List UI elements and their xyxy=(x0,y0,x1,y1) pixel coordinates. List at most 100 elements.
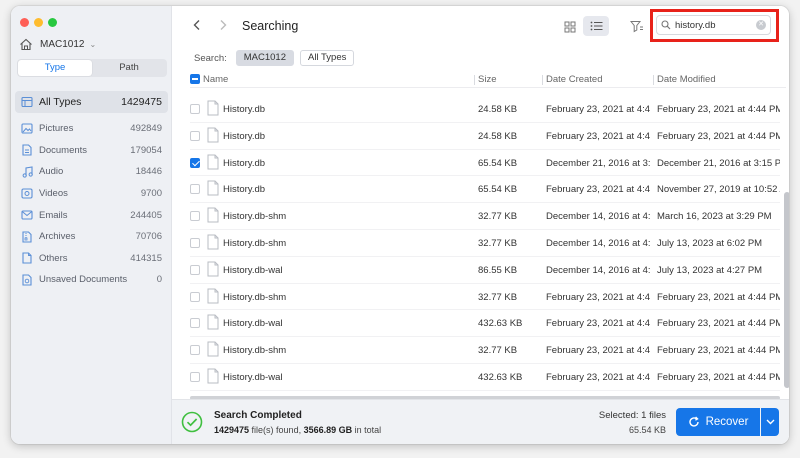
tab-type[interactable]: Type xyxy=(18,60,92,76)
file-name: History.db xyxy=(223,157,266,169)
file-name: History.db-shm xyxy=(223,238,287,249)
tab-path[interactable]: Path xyxy=(92,60,166,76)
row-checkbox[interactable] xyxy=(190,264,200,275)
file-size: 86.55 KB xyxy=(478,264,518,276)
scope-chip-drive[interactable]: MAC1012 xyxy=(235,50,294,66)
date-modified: November 27, 2019 at 10:52 AM xyxy=(657,184,780,196)
unsaved-document-icon xyxy=(21,274,33,286)
file-icon xyxy=(207,207,219,223)
column-date-modified[interactable]: Date Modified xyxy=(657,74,716,85)
column-size[interactable]: Size xyxy=(478,74,496,85)
status-detail: 1429475 file(s) found, 3566.89 GB in tot… xyxy=(214,425,381,435)
grid-view-button[interactable] xyxy=(559,18,581,36)
sidebar-item-count: 244405 xyxy=(130,209,162,221)
sidebar-item-all-types[interactable]: All Types 1429475 xyxy=(15,91,168,113)
column-divider xyxy=(542,75,543,85)
sidebar-item-count: 492849 xyxy=(130,123,162,135)
date-created: December 14, 2016 at 4:44 PM xyxy=(546,238,650,249)
recover-button[interactable]: Recover xyxy=(676,408,760,436)
sidebar-item-archives[interactable]: Archives 70706 xyxy=(15,226,168,248)
minimize-window-button[interactable] xyxy=(34,18,43,27)
table-row[interactable]: History.db-shm 32.77 KB February 23, 2021 … xyxy=(190,284,780,311)
file-name: History.db-shm xyxy=(223,211,287,223)
picture-icon xyxy=(21,123,33,135)
table-row[interactable]: History.db 24.58 KB February 23, 2021 at 4… xyxy=(190,96,780,123)
table-row[interactable]: History.db-shm 32.77 KB December 14, 2016 … xyxy=(190,203,780,230)
row-checkbox[interactable] xyxy=(190,238,200,248)
check-circle-icon xyxy=(181,411,203,433)
sidebar-item-label: Pictures xyxy=(39,123,74,135)
file-name: History.db xyxy=(223,184,266,196)
file-name: History.db-wal xyxy=(223,318,283,330)
row-checkbox[interactable] xyxy=(190,372,200,382)
row-checkbox[interactable] xyxy=(190,291,200,302)
sidebar-item-label: Others xyxy=(39,252,68,264)
chevron-right-icon xyxy=(220,20,227,30)
drive-selector[interactable]: MAC1012 ⌄ xyxy=(19,38,96,51)
file-icon xyxy=(207,180,219,196)
filter-button[interactable] xyxy=(629,18,645,34)
date-created: February 23, 2021 at 4:44 PM xyxy=(546,372,650,383)
row-checkbox[interactable] xyxy=(190,104,200,114)
list-view-button[interactable] xyxy=(583,16,609,36)
row-checkbox[interactable] xyxy=(190,345,200,356)
sidebar-item-pictures[interactable]: Pictures 492849 xyxy=(15,118,168,140)
date-modified: March 16, 2023 at 3:29 PM xyxy=(657,211,772,223)
scope-chip-type[interactable]: All Types xyxy=(300,50,355,66)
column-divider xyxy=(653,75,654,85)
table-row[interactable]: History.db-wal 432.63 KB February 23, 2021… xyxy=(190,310,780,338)
back-button[interactable] xyxy=(192,18,202,34)
file-icon xyxy=(207,234,219,250)
row-checkbox[interactable] xyxy=(190,184,200,195)
file-table-body: History.db 24.58 KB February 23, 2021 at 4… xyxy=(190,96,780,394)
row-checkbox[interactable] xyxy=(190,318,200,329)
row-checkbox[interactable] xyxy=(190,130,200,141)
date-created: February 23, 2021 at 4:44 PM xyxy=(546,184,650,196)
table-row[interactable]: History.db-wal 432.63 KB February 23, 2021… xyxy=(190,364,780,391)
sidebar-item-audio[interactable]: Audio 18446 xyxy=(15,161,168,183)
all-types-icon xyxy=(21,96,33,108)
sidebar-item-videos[interactable]: Videos 9700 xyxy=(15,183,168,205)
table-row[interactable]: History.db-wal 86.55 KB December 14, 2016 … xyxy=(190,257,780,284)
select-all-checkbox[interactable] xyxy=(190,74,200,84)
table-row[interactable]: History.db-shm 32.77 KB February 23, 2021 … xyxy=(190,337,780,364)
scrollbar-thumb[interactable] xyxy=(784,192,789,388)
table-row[interactable]: History.db 24.58 KB February 23, 2021 at 4… xyxy=(190,123,780,150)
date-modified: February 23, 2021 at 4:44 PM xyxy=(657,345,780,357)
search-scope-label: Search: xyxy=(194,52,227,64)
sidebar-item-others[interactable]: Others 414315 xyxy=(15,248,168,270)
file-name: History.db-wal xyxy=(223,372,283,383)
sidebar-item-emails[interactable]: Emails 244405 xyxy=(15,204,168,226)
recover-options-button[interactable] xyxy=(761,408,779,436)
chevron-down-icon xyxy=(766,419,774,425)
table-row[interactable]: History.db 65.54 KB February 23, 2021 at 4… xyxy=(190,176,780,204)
file-size: 432.63 KB xyxy=(478,372,523,383)
sidebar-item-count: 414315 xyxy=(130,252,162,264)
table-row[interactable]: History.db-shm 32.77 KB December 14, 2016 … xyxy=(190,230,780,257)
vertical-scrollbar[interactable] xyxy=(784,96,789,396)
sidebar-item-count: 70706 xyxy=(135,231,162,243)
toolbar: Searching ✕ xyxy=(172,6,789,46)
sidebar-item-unsaved-documents[interactable]: Unsaved Documents 0 xyxy=(15,269,168,291)
row-checkbox[interactable] xyxy=(190,211,200,222)
close-window-button[interactable] xyxy=(20,18,29,27)
date-created: February 23, 2021 at 4:44 PM xyxy=(546,130,650,142)
sidebar-item-documents[interactable]: Documents 179054 xyxy=(15,140,168,162)
column-name[interactable]: Name xyxy=(203,74,228,85)
date-created: December 21, 2016 at 3:15 PM xyxy=(546,157,650,169)
file-size: 24.58 KB xyxy=(478,104,518,115)
column-date-created[interactable]: Date Created xyxy=(546,74,603,85)
zoom-window-button[interactable] xyxy=(48,18,57,27)
table-row[interactable]: History.db 65.54 KB December 21, 2016 at 3… xyxy=(190,150,780,177)
file-name: History.db-shm xyxy=(223,291,287,303)
document-icon xyxy=(21,144,33,156)
forward-button[interactable] xyxy=(218,18,228,34)
file-icon xyxy=(207,261,219,277)
file-name: History.db xyxy=(223,130,266,142)
file-icon xyxy=(207,288,219,304)
date-created: February 23, 2021 at 4:44 PM xyxy=(546,291,650,303)
file-name: History.db-wal xyxy=(223,264,283,276)
date-modified: February 23, 2021 at 4:44 PM xyxy=(657,291,780,303)
date-modified: February 23, 2021 at 4:44 PM xyxy=(657,372,780,383)
row-checkbox[interactable] xyxy=(190,157,200,168)
